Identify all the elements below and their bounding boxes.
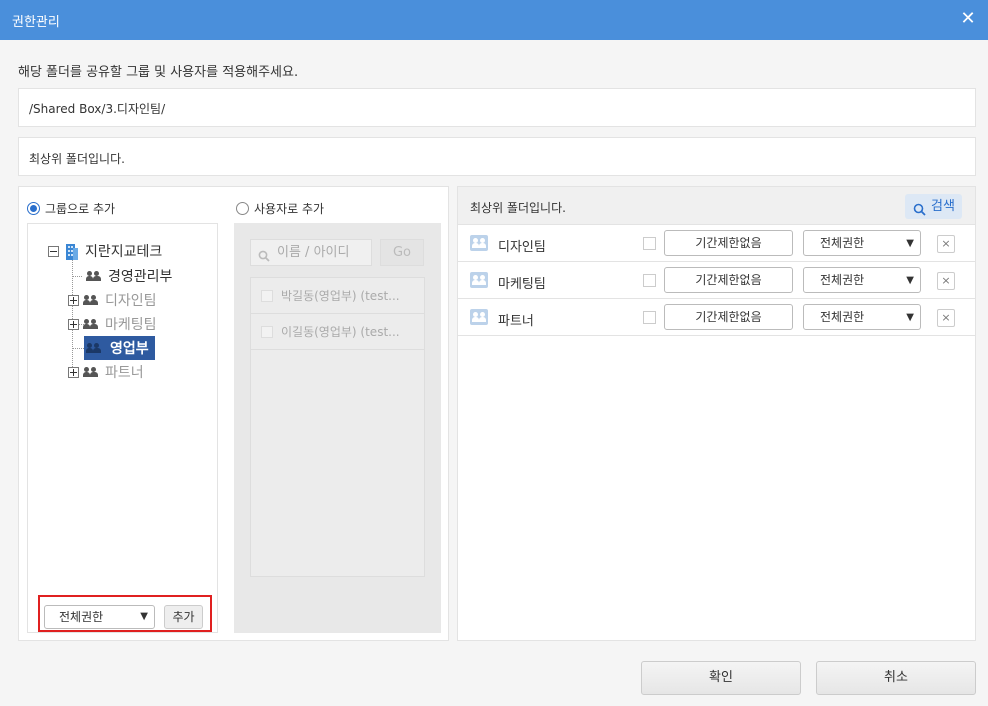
add-panel: 그룹으로 추가 사용자로 추가 지란지교테크 경영관리부 디자인팀 마케팅팀 영… bbox=[18, 186, 449, 641]
user-search-placeholder: 이름 / 아이디 bbox=[277, 245, 350, 260]
search-icon bbox=[913, 200, 926, 216]
period-button[interactable]: 기간제한없음 bbox=[664, 230, 793, 256]
add-button[interactable]: 추가 bbox=[164, 605, 203, 629]
table-row: 마케팅팀 기간제한없음 전체권한 ▼ × bbox=[458, 262, 975, 299]
tree-connector bbox=[72, 276, 82, 277]
group-icon bbox=[83, 318, 99, 330]
permission-select-value: 전체권한 bbox=[59, 610, 104, 624]
group-icon bbox=[470, 309, 488, 325]
list-item[interactable]: 이길동(영업부) (test... bbox=[251, 314, 424, 350]
tree-node-design[interactable]: 디자인팀 bbox=[68, 290, 157, 310]
chevron-down-icon: ▼ bbox=[906, 275, 914, 286]
group-icon bbox=[86, 342, 102, 354]
remove-icon[interactable]: × bbox=[937, 272, 955, 290]
tree-node-label: 영업부 bbox=[108, 338, 151, 358]
row-permission-value: 전체권한 bbox=[820, 236, 865, 250]
expand-icon[interactable] bbox=[68, 318, 79, 330]
building-icon bbox=[63, 242, 79, 260]
tree-node-label: 마케팅팀 bbox=[105, 317, 157, 333]
go-button[interactable]: Go bbox=[380, 239, 424, 266]
row-group-name: 파트너 bbox=[498, 314, 534, 329]
chevron-down-icon: ▼ bbox=[906, 238, 914, 249]
tree-node-marketing[interactable]: 마케팅팀 bbox=[68, 314, 157, 334]
group-icon bbox=[83, 366, 99, 378]
tree-node-label: 파트너 bbox=[105, 365, 144, 381]
window-title: 권한관리 bbox=[12, 15, 60, 30]
remove-icon[interactable]: × bbox=[937, 309, 955, 327]
tree-node-partner[interactable]: 파트너 bbox=[68, 362, 144, 382]
status-message: 최상위 폴더입니다. bbox=[18, 137, 976, 176]
radio-dot-checked[interactable] bbox=[27, 202, 40, 215]
row-permission-select[interactable]: 전체권한 ▼ bbox=[803, 304, 921, 330]
tree-node-management[interactable]: 경영관리부 bbox=[86, 266, 172, 286]
user-list: 박길동(영업부) (test... 이길동(영업부) (test... bbox=[250, 277, 425, 577]
row-group-name: 디자인팀 bbox=[498, 240, 546, 255]
tree-node-root[interactable]: 지란지교테크 bbox=[48, 241, 162, 261]
row-group-name: 마케팅팀 bbox=[498, 277, 546, 292]
close-icon[interactable]: ✕ bbox=[958, 9, 978, 29]
user-label: 박길동(영업부) (test... bbox=[281, 289, 400, 303]
tree-node-sales[interactable]: 영업부 bbox=[84, 336, 155, 360]
permission-select[interactable]: 전체권한 ▼ bbox=[44, 605, 155, 629]
chevron-down-icon: ▼ bbox=[140, 611, 148, 622]
list-item[interactable]: 박길동(영업부) (test... bbox=[251, 278, 424, 314]
applied-list-panel: 최상위 폴더입니다. 검색 디자인팀 기간제한없음 전체권한 ▼ × 마케팅팀 기… bbox=[457, 186, 976, 641]
chevron-down-icon: ▼ bbox=[906, 312, 914, 323]
group-icon bbox=[470, 235, 488, 251]
applied-list-header: 최상위 폴더입니다. 검색 bbox=[458, 187, 975, 225]
search-icon bbox=[258, 246, 270, 262]
search-button-label: 검색 bbox=[931, 199, 955, 214]
row-permission-value: 전체권한 bbox=[820, 273, 865, 287]
row-permission-value: 전체권한 bbox=[820, 310, 865, 324]
search-button[interactable]: 검색 bbox=[905, 194, 962, 219]
folder-path: /Shared Box/3.디자인팀/ bbox=[18, 88, 976, 127]
user-search-input[interactable]: 이름 / 아이디 bbox=[250, 239, 372, 266]
row-permission-select[interactable]: 전체권한 ▼ bbox=[803, 230, 921, 256]
user-checkbox[interactable] bbox=[261, 325, 273, 338]
radio-add-by-user[interactable]: 사용자로 추가 bbox=[236, 200, 324, 217]
add-controls-highlight: 전체권한 ▼ 추가 bbox=[38, 595, 212, 632]
tree-connector bbox=[72, 348, 84, 349]
user-label: 이길동(영업부) (test... bbox=[281, 325, 400, 339]
remove-icon[interactable]: × bbox=[937, 235, 955, 253]
confirm-button[interactable]: 확인 bbox=[641, 661, 801, 695]
tree-node-label: 디자인팀 bbox=[105, 293, 157, 309]
row-checkbox[interactable] bbox=[643, 274, 656, 287]
applied-list-header-label: 최상위 폴더입니다. bbox=[470, 201, 566, 215]
user-search-panel: 이름 / 아이디 Go 박길동(영업부) (test... 이길동(영업부) (… bbox=[234, 223, 441, 633]
row-permission-select[interactable]: 전체권한 ▼ bbox=[803, 267, 921, 293]
radio-add-by-group-label: 그룹으로 추가 bbox=[45, 202, 116, 216]
tree-node-root-label: 지란지교테크 bbox=[85, 244, 163, 260]
period-button[interactable]: 기간제한없음 bbox=[664, 304, 793, 330]
radio-dot-unchecked[interactable] bbox=[236, 202, 249, 215]
group-icon bbox=[470, 272, 488, 288]
row-checkbox[interactable] bbox=[643, 237, 656, 250]
expand-icon[interactable] bbox=[68, 366, 79, 378]
radio-add-by-group[interactable]: 그룹으로 추가 bbox=[27, 200, 115, 217]
radio-add-by-user-label: 사용자로 추가 bbox=[254, 202, 325, 216]
group-tree: 지란지교테크 경영관리부 디자인팀 마케팅팀 영업부 파트너 bbox=[27, 223, 218, 633]
group-icon bbox=[83, 294, 99, 306]
table-row: 디자인팀 기간제한없음 전체권한 ▼ × bbox=[458, 225, 975, 262]
group-icon bbox=[86, 270, 102, 282]
cancel-button[interactable]: 취소 bbox=[816, 661, 976, 695]
tree-node-label: 경영관리부 bbox=[108, 269, 173, 285]
expand-icon[interactable] bbox=[68, 294, 79, 306]
collapse-icon[interactable] bbox=[48, 245, 59, 257]
table-row: 파트너 기간제한없음 전체권한 ▼ × bbox=[458, 299, 975, 336]
period-button[interactable]: 기간제한없음 bbox=[664, 267, 793, 293]
instruction-text: 해당 폴더를 공유할 그룹 및 사용자를 적용해주세요. bbox=[18, 65, 299, 80]
row-checkbox[interactable] bbox=[643, 311, 656, 324]
title-bar: 권한관리 ✕ bbox=[0, 0, 988, 40]
user-checkbox[interactable] bbox=[261, 289, 273, 302]
